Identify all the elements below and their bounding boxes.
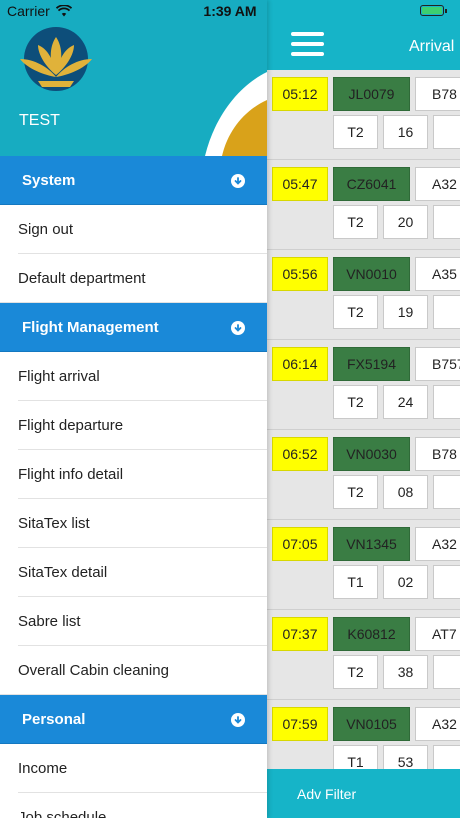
menu-item-label: Flight info detail (18, 466, 124, 483)
menu-item-label: Sign out (18, 221, 74, 238)
side-drawer: TEST System Sign out Default department Fli… (0, 0, 267, 818)
flight-row[interactable]: 06:14FX5194B757 T224 (267, 340, 460, 430)
arrival-time: 07:59 (272, 707, 328, 741)
clock: 1:39 AM (203, 3, 257, 19)
menu-item-label: Flight departure (18, 417, 124, 434)
extra-cell (433, 385, 460, 419)
flight-number: VN0030 (333, 437, 410, 471)
terminal: T2 (333, 385, 378, 419)
flight-row[interactable]: 06:52 VN0030 B78 T2 08 (267, 430, 460, 520)
arrival-screen: Arrival 05:12 JL0079 B78 T2 16 05:47 CZ6041 A32… (267, 0, 460, 818)
page-title: Arrival (409, 38, 455, 55)
extra-cell (433, 655, 460, 689)
menu-item-overall-cabin-cleaning[interactable]: Overall Cabin cleaning (0, 646, 267, 695)
gate: 24 (383, 385, 428, 419)
menu-item-label: Default department (18, 270, 146, 287)
extra-cell (433, 475, 460, 509)
flight-number: VN0105 (333, 707, 410, 741)
user-name: TEST (19, 112, 60, 129)
arrival-time: 06:52 (272, 437, 328, 471)
bottom-bar: Adv Filter (267, 769, 460, 818)
gate: 38 (383, 655, 428, 689)
section-title: System (22, 171, 76, 189)
menu-item-income[interactable]: Income (0, 744, 267, 793)
gate: 08 (383, 475, 428, 509)
battery-icon (420, 5, 447, 16)
menu-item-default-department[interactable]: Default department (0, 254, 267, 303)
arrival-time: 05:47 (272, 167, 328, 201)
terminal: T1 (333, 565, 378, 599)
flight-row[interactable]: 07:37 K60812 AT7 T2 38 (267, 610, 460, 700)
status-bar: Carrier 1:39 AM (0, 0, 460, 22)
extra-cell (433, 205, 460, 239)
aircraft-type: B78 (415, 77, 460, 111)
arrival-time: 07:05 (272, 527, 328, 561)
arrival-time: 07:37 (272, 617, 328, 651)
arrival-time: 06:14 (272, 347, 328, 381)
menu-item-flight-arrival[interactable]: Flight arrival (0, 352, 267, 401)
drawer-header: TEST (0, 0, 267, 156)
menu-item-flight-info-detail[interactable]: Flight info detail (0, 450, 267, 499)
aircraft-type: A32 (415, 707, 460, 741)
menu-item-label: SitaTex detail (18, 564, 108, 581)
flight-row[interactable]: 05:47 CZ6041 A32 T2 20 (267, 160, 460, 250)
flight-number: K60812 (333, 617, 410, 651)
aircraft-type: A35 (415, 257, 460, 291)
flight-number: JL0079 (333, 77, 410, 111)
gate: 02 (383, 565, 428, 599)
adv-filter-button[interactable]: Adv Filter (297, 786, 356, 802)
terminal: T2 (333, 295, 378, 329)
menu-item-sitatex-detail[interactable]: SitaTex detail (0, 548, 267, 597)
aircraft-type: A32 (415, 167, 460, 201)
drawer-menu: System Sign out Default department Flight M… (0, 156, 267, 818)
gate: 19 (383, 295, 428, 329)
menu-item-sign-out[interactable]: Sign out (0, 205, 267, 254)
terminal: T2 (333, 475, 378, 509)
arrival-time: 05:56 (272, 257, 328, 291)
chevron-down-icon (231, 321, 245, 335)
flight-row[interactable]: 05:56 VN0010 A35 T2 19 (267, 250, 460, 340)
terminal: T2 (333, 205, 378, 239)
arrival-time: 05:12 (272, 77, 328, 111)
section-header-flight-management[interactable]: Flight Management (0, 303, 267, 352)
extra-cell (433, 565, 460, 599)
chevron-down-icon (231, 713, 245, 727)
extra-cell (433, 295, 460, 329)
chevron-down-icon (231, 174, 245, 188)
aircraft-type: B78 (415, 437, 460, 471)
menu-item-flight-departure[interactable]: Flight departure (0, 401, 267, 450)
aircraft-type: AT7 (415, 617, 460, 651)
section-header-personal[interactable]: Personal (0, 695, 267, 744)
flight-list: 05:12 JL0079 B78 T2 16 05:47 CZ6041 A32 T2 20 05:5… (267, 70, 460, 790)
menu-item-label: Flight arrival (18, 368, 100, 385)
menu-item-label: SitaTex list (18, 515, 90, 532)
section-title: Flight Management (22, 318, 159, 336)
flight-number: CZ6041 (333, 167, 410, 201)
menu-item-job-schedule[interactable]: Job schedule (0, 793, 267, 818)
lotus-logo-icon (20, 27, 92, 91)
menu-item-sitatex-list[interactable]: SitaTex list (0, 499, 267, 548)
gate: 16 (383, 115, 428, 149)
flight-number: VN0010 (333, 257, 410, 291)
flight-number: VN1345 (333, 527, 410, 561)
extra-cell (433, 115, 460, 149)
terminal: T2 (333, 655, 378, 689)
menu-item-label: Income (18, 760, 68, 777)
menu-item-label: Sabre list (18, 613, 81, 630)
flight-number: FX5194 (333, 347, 410, 381)
section-header-system[interactable]: System (0, 156, 267, 205)
aircraft-type: B757 (415, 347, 460, 381)
menu-item-sabre-list[interactable]: Sabre list (0, 597, 267, 646)
flight-row[interactable]: 07:05 VN1345 A32 T1 02 (267, 520, 460, 610)
gate: 20 (383, 205, 428, 239)
menu-item-label: Job schedule (18, 809, 107, 818)
section-title: Personal (22, 710, 86, 728)
terminal: T2 (333, 115, 378, 149)
hamburger-menu-icon[interactable] (291, 32, 324, 58)
aircraft-type: A32 (415, 527, 460, 561)
flight-row[interactable]: 05:12 JL0079 B78 T2 16 (267, 70, 460, 160)
menu-item-label: Overall Cabin cleaning (18, 662, 169, 679)
